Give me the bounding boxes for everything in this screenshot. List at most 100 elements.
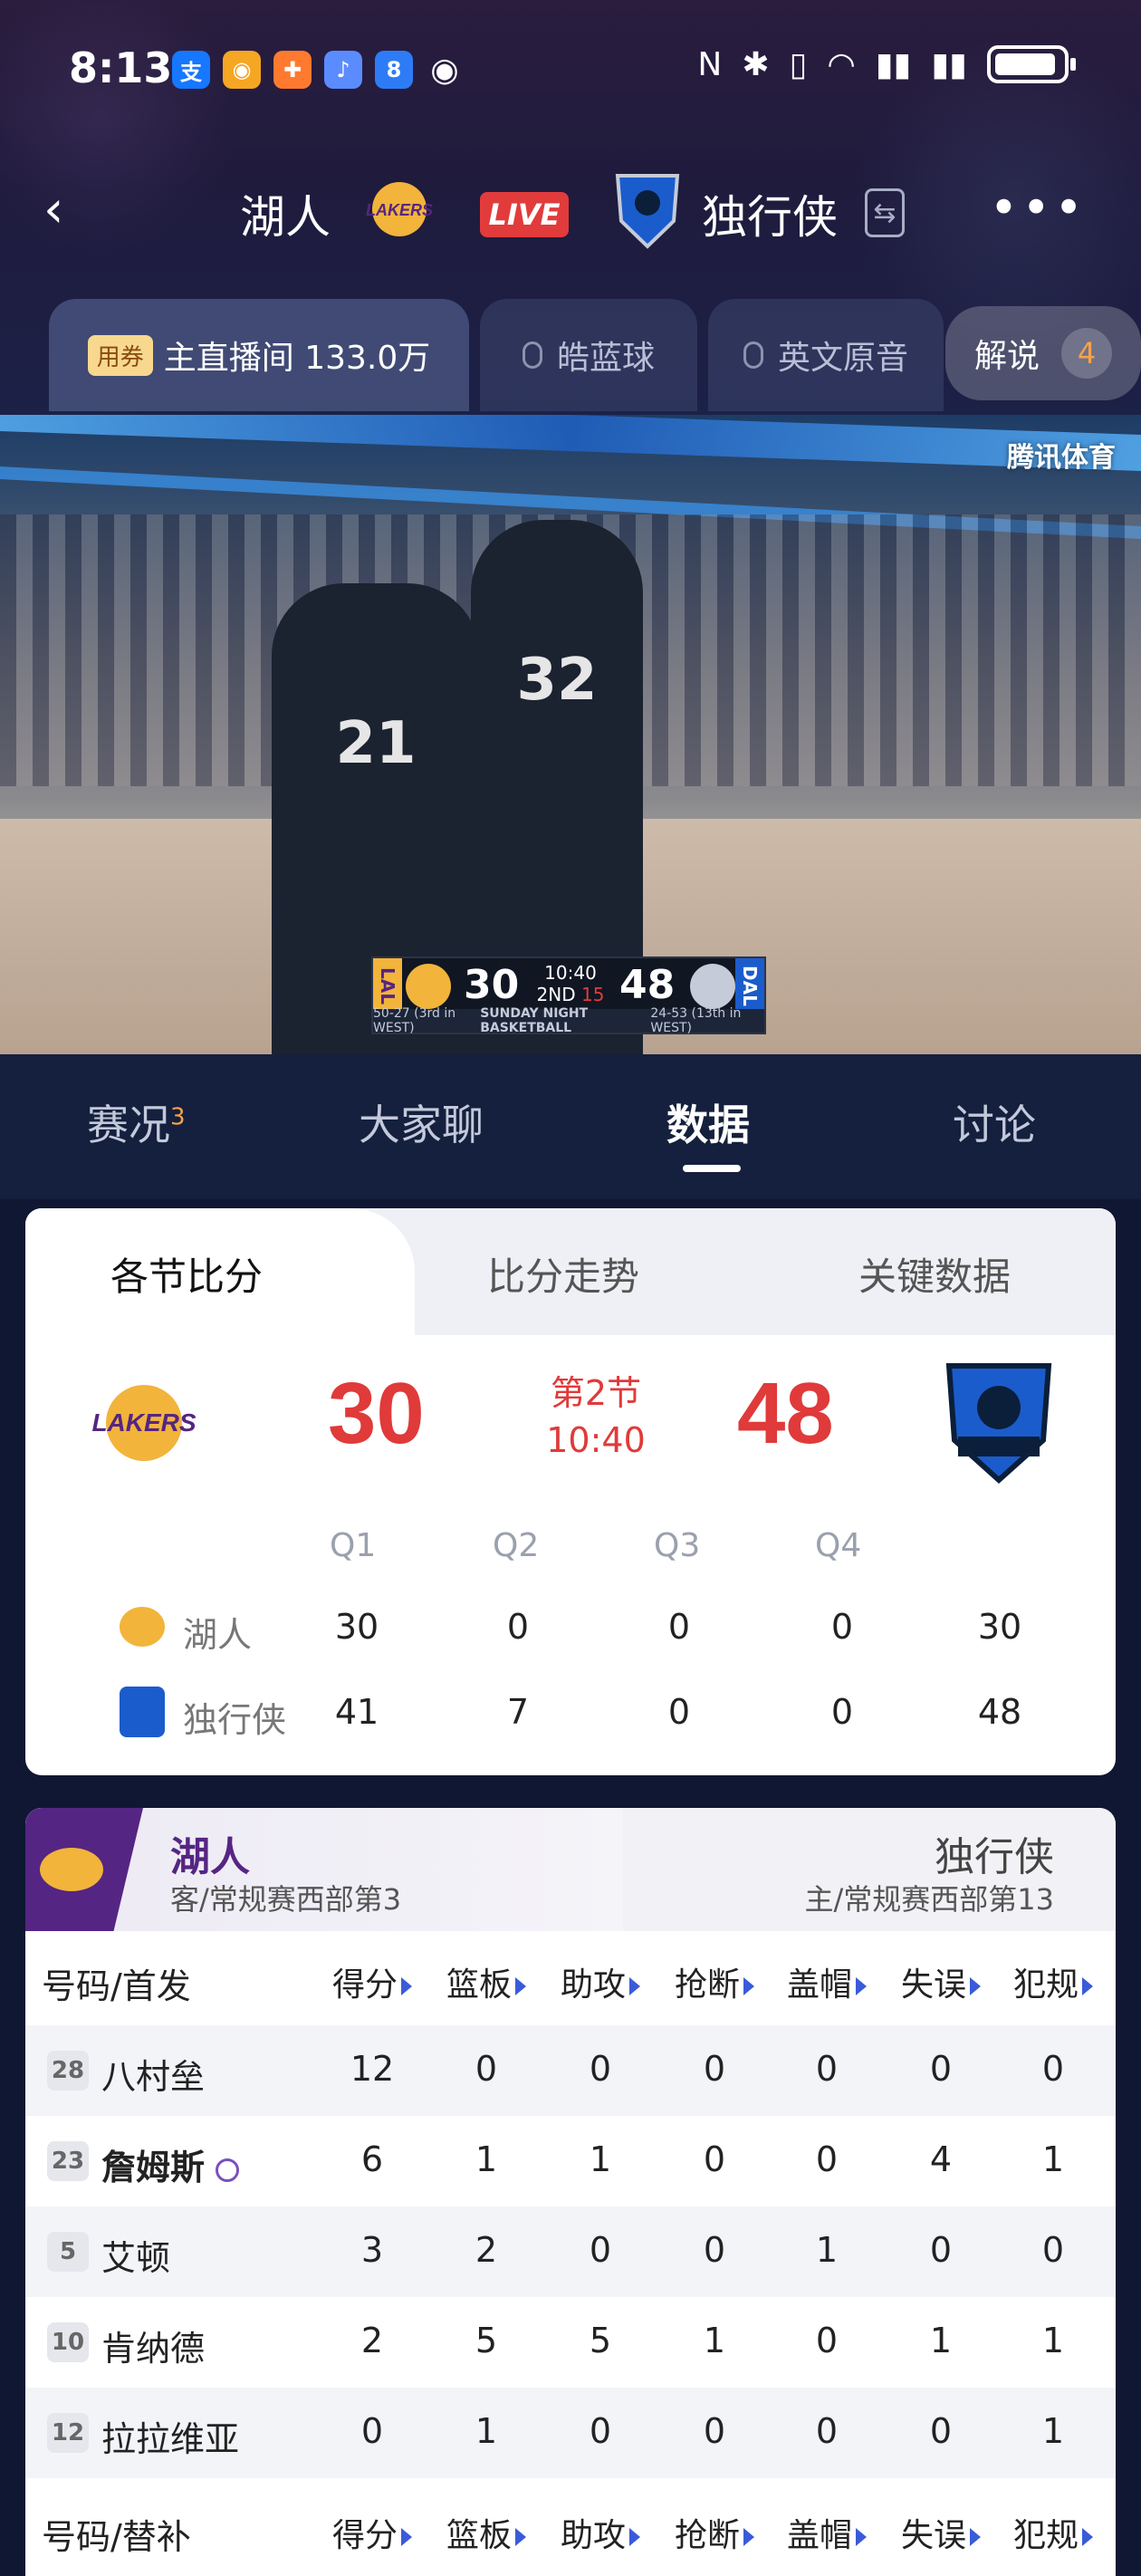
back-button[interactable]: ‹ (43, 183, 98, 237)
column-assists[interactable]: 助攻 (551, 1958, 650, 2005)
channel-label: 英文原音 (777, 340, 908, 377)
subtab-key-stats[interactable]: 关键数据 (858, 1246, 1011, 1302)
video-player[interactable]: 21 32 腾讯体育 LAL 30 10:40 2ND 15 48 DAL 50… (0, 415, 1141, 1054)
music-icon: ♪ (324, 51, 362, 89)
player-row[interactable]: 10 肯纳德 2 5 5 1 0 1 1 (25, 2297, 1116, 2388)
lakers-logo: LAKERS (366, 182, 433, 236)
player-stat-cell: 0 (703, 2139, 726, 2179)
player-stat-cell: 0 (929, 2411, 953, 2451)
period-clock: 10:40 (546, 1420, 646, 1460)
channel-commentary[interactable]: 解说 4 (945, 306, 1141, 400)
column-fouls[interactable]: 犯规 (1003, 1958, 1103, 2005)
quarter-cell: 0 (830, 1692, 854, 1732)
scorebug-title: SUNDAY NIGHT BASKETBALL (480, 1006, 589, 1035)
sort-icon (401, 2528, 412, 2546)
microphone-icon (743, 341, 763, 369)
svg-text:LAKERS: LAKERS (366, 201, 433, 219)
sort-icon (1082, 2528, 1093, 2546)
bluetooth-icon: ✱ (742, 45, 770, 83)
column-blocks[interactable]: 盖帽 (777, 1958, 877, 2005)
column-points[interactable]: 得分 (322, 1958, 422, 2005)
column-points[interactable]: 得分 (322, 2509, 422, 2556)
player-stat-cell: 0 (929, 2230, 953, 2270)
app-icon: ✚ (273, 51, 312, 89)
quarter-total: 30 (977, 1607, 1022, 1647)
sort-icon (743, 2528, 754, 2546)
jersey-number: 12 (47, 2413, 89, 2453)
column-blocks[interactable]: 盖帽 (777, 2509, 877, 2556)
column-rebounds[interactable]: 篮板 (436, 2509, 536, 2556)
player-row[interactable]: 12 拉拉维亚 0 1 0 0 0 0 1 (25, 2388, 1116, 2478)
channel-english[interactable]: 英文原音 (708, 299, 944, 411)
mavericks-logo (120, 1687, 165, 1737)
quarter-row-team: 湖人 (183, 1615, 253, 1655)
bench-label: 号码/替补 (42, 2517, 191, 2557)
quarter-cell: 0 (830, 1607, 854, 1647)
arena-light (0, 415, 1141, 472)
away-team-name[interactable]: 独行侠 (935, 1824, 1054, 1882)
tab-game-status[interactable]: 赛况3 (87, 1092, 186, 1152)
sort-icon (970, 1977, 981, 1995)
nfc-icon: N (697, 45, 723, 83)
period-label: 第2节 (550, 1373, 642, 1413)
scorebug-home-abbr: LAL (373, 958, 402, 1013)
tab-data[interactable]: 数据 (666, 1092, 750, 1152)
player-stat-cell: 4 (929, 2139, 953, 2179)
lakers-logo (40, 1848, 103, 1891)
player-row[interactable]: 5 艾顿 3 2 0 0 1 0 0 (25, 2206, 1116, 2297)
column-assists[interactable]: 助攻 (551, 2509, 650, 2556)
column-fouls[interactable]: 犯规 (1003, 2509, 1103, 2556)
player-stat-cell: 2 (360, 2321, 384, 2360)
player-stat-cell: 12 (350, 2049, 395, 2089)
tab-discussion[interactable]: 讨论 (953, 1092, 1036, 1152)
player-stat-cell: 1 (703, 2321, 726, 2360)
column-steals[interactable]: 抢断 (665, 2509, 764, 2556)
tab-chat[interactable]: 大家聊 (359, 1092, 484, 1152)
quarter-row-away: 独行侠 41 7 0 0 48 (25, 1687, 1116, 1764)
subtab-quarter-scores[interactable]: 各节比分 (110, 1246, 263, 1302)
away-team-name: 独行侠 (702, 191, 838, 244)
quarter-cell: 0 (667, 1607, 691, 1647)
match-header: ‹ 湖人 LAKERS LIVE 独行侠 ⇆ ••• (0, 163, 1141, 263)
main-tabs: 赛况3 大家聊 数据 讨论 (0, 1054, 1141, 1199)
sort-icon (856, 1977, 867, 1995)
quarter-cell: 7 (506, 1692, 530, 1732)
signal-icon: ▮▮ (931, 45, 967, 83)
sort-icon (629, 2528, 640, 2546)
mavericks-logo (690, 964, 735, 1009)
column-turnovers[interactable]: 失误 (891, 2509, 991, 2556)
player-stat-cell: 0 (589, 2230, 612, 2270)
player-stat-cell: 0 (1041, 2230, 1065, 2270)
scorebug-shot-clock: 15 (581, 984, 605, 1005)
player-row[interactable]: 28 八村垒 12 0 0 0 0 0 0 (25, 2025, 1116, 2116)
player-stat-cell: 1 (1041, 2321, 1065, 2360)
channel-haolanqiu[interactable]: 皓蓝球 (480, 299, 697, 411)
quarter-cell: 0 (506, 1607, 530, 1647)
scorebug-home-record: 50-27 (3rd in WEST) (373, 1006, 456, 1035)
player-stat-cell: 0 (703, 2411, 726, 2451)
channel-label: 皓蓝球 (556, 340, 655, 377)
player-stat-cell: 0 (703, 2230, 726, 2270)
player-stat-cell: 6 (360, 2139, 384, 2179)
switch-icon[interactable]: ⇆ (865, 188, 905, 237)
home-team-name: 湖人 (170, 1834, 250, 1880)
basketball-icon (216, 2158, 240, 2182)
player-stats-card: 湖人 客/常规赛西部第3 独行侠 主/常规赛西部第13 号码/首发 得分 篮板 … (25, 1808, 1116, 2576)
player-stat-cell: 1 (589, 2139, 612, 2179)
column-rebounds[interactable]: 篮板 (436, 1958, 536, 2005)
subtab-score-trend[interactable]: 比分走势 (487, 1246, 639, 1302)
player-stat-cell: 0 (703, 2049, 726, 2089)
more-button[interactable]: ••• (989, 179, 1087, 236)
quarter-cell: 0 (667, 1692, 691, 1732)
column-turnovers[interactable]: 失误 (891, 1958, 991, 2005)
scorebug-game-clock: 10:40 (544, 962, 597, 984)
channel-main[interactable]: 用券 主直播间 133.0万 (49, 299, 469, 411)
sort-icon (515, 1977, 526, 1995)
column-steals[interactable]: 抢断 (665, 1958, 764, 2005)
app8-icon: 8 (375, 51, 413, 89)
player-row[interactable]: 23 詹姆斯 6 1 1 0 0 4 1 (25, 2116, 1116, 2206)
broadcaster-watermark: 腾讯体育 (1007, 442, 1116, 474)
player-stat-cell: 0 (589, 2411, 612, 2451)
mavericks-logo (615, 174, 680, 249)
lakers-logo (406, 964, 451, 1009)
